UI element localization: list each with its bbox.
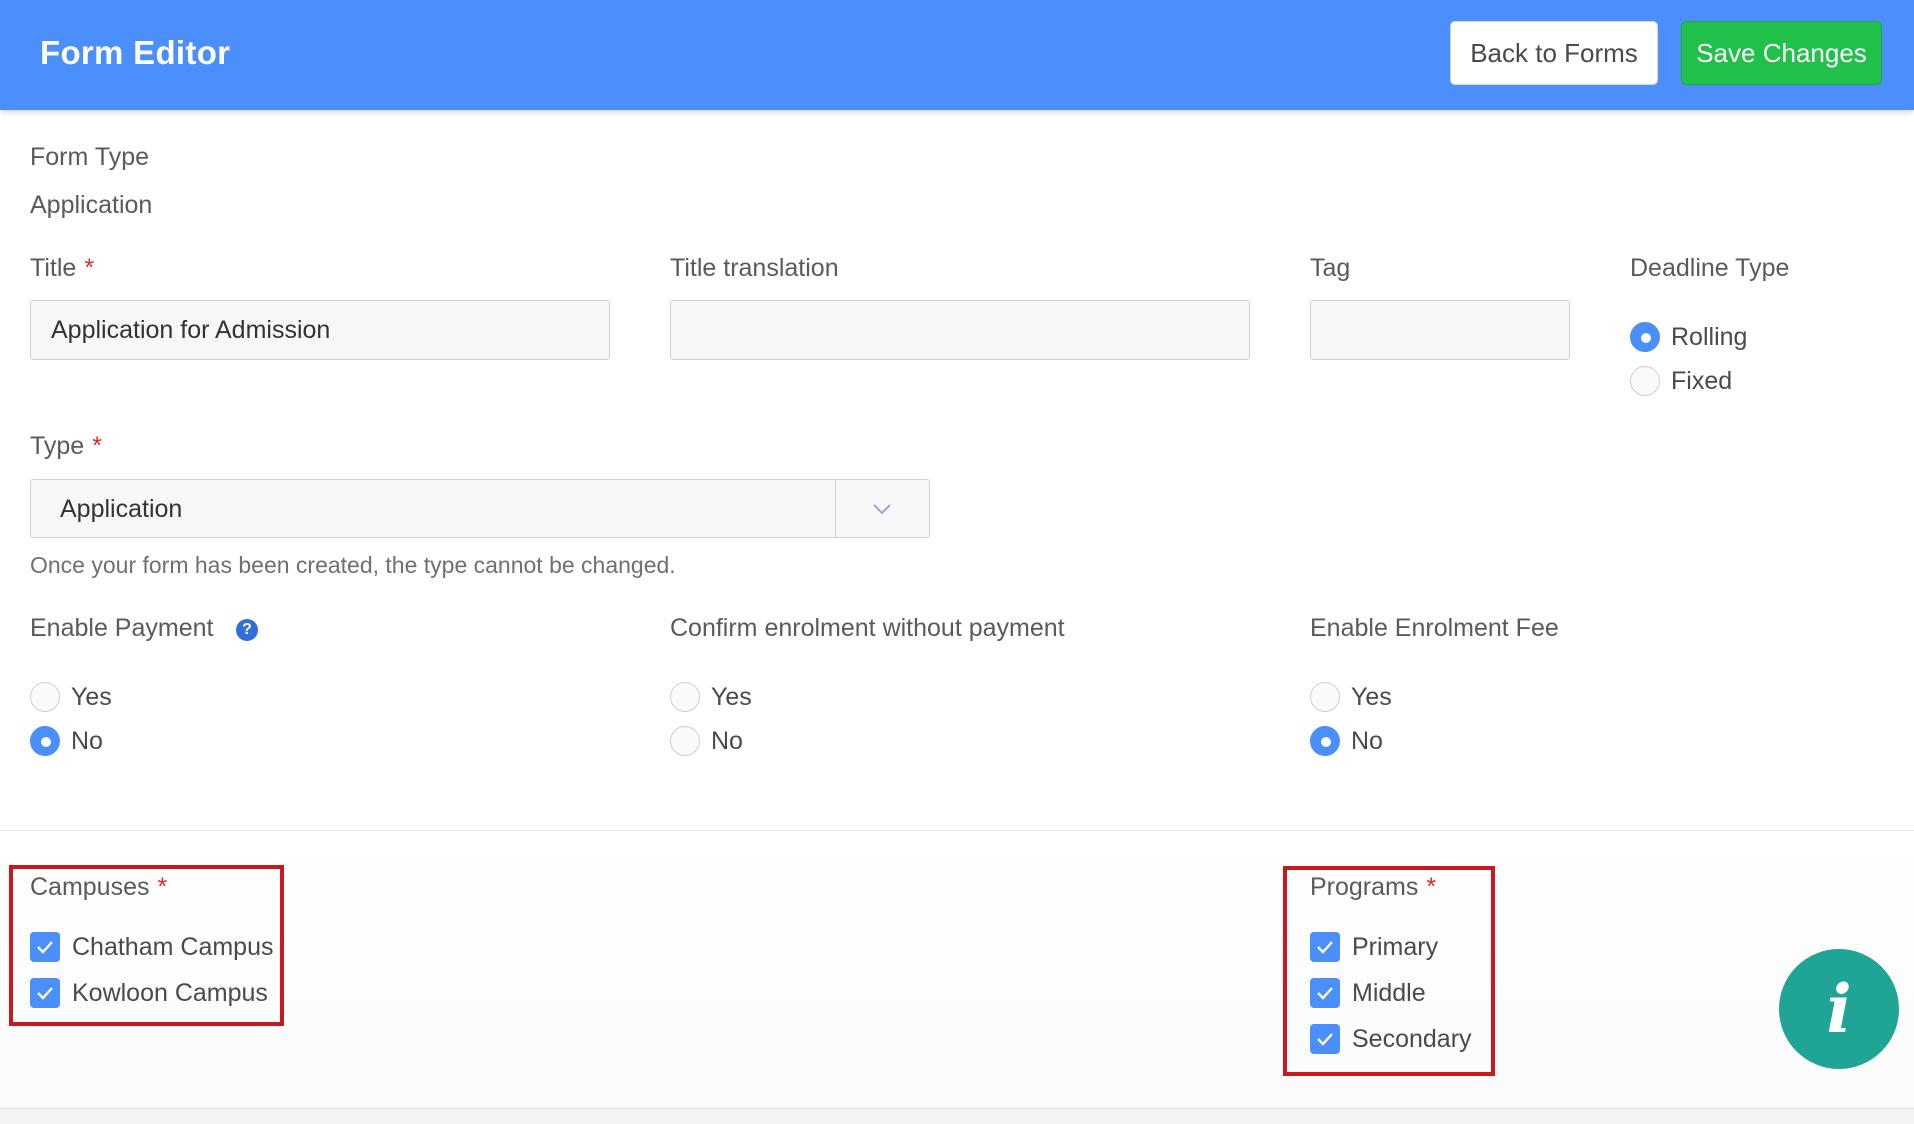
radio-button[interactable]	[670, 726, 700, 756]
radio-button[interactable]	[1630, 366, 1660, 396]
enable-payment-yes-radio[interactable]: Yes	[30, 682, 112, 712]
type-label-text: Type	[30, 432, 85, 460]
lower-section	[0, 831, 1914, 1110]
campuses-highlight-box	[9, 865, 284, 1026]
deadline-rolling-radio[interactable]: Rolling	[1630, 322, 1747, 352]
required-asterisk: *	[92, 432, 102, 460]
radio-button[interactable]	[30, 682, 60, 712]
radio-label: Yes	[711, 682, 752, 711]
save-changes-button[interactable]: Save Changes	[1681, 21, 1882, 85]
form-type-label: Form Type	[30, 143, 150, 171]
confirm-without-payment-yes-radio[interactable]: Yes	[670, 682, 752, 712]
enable-payment-no-radio[interactable]: No	[30, 726, 103, 756]
enrolment-fee-yes-radio[interactable]: Yes	[1310, 682, 1392, 712]
enable-payment-label: Enable Payment	[30, 614, 214, 642]
radio-label: No	[1351, 726, 1383, 755]
radio-button[interactable]	[1310, 726, 1340, 756]
radio-label: Rolling	[1671, 322, 1748, 351]
radio-button[interactable]	[1310, 682, 1340, 712]
chevron-down-icon[interactable]	[867, 496, 897, 522]
confirm-without-payment-no-radio[interactable]: No	[670, 726, 743, 756]
title-label: Title *	[30, 254, 94, 283]
page-title: Form Editor	[40, 34, 231, 71]
deadline-fixed-radio[interactable]: Fixed	[1630, 366, 1732, 396]
type-label: Type *	[30, 432, 102, 461]
radio-label: No	[711, 726, 743, 755]
radio-label: Yes	[1351, 682, 1392, 711]
info-icon[interactable]: i	[1779, 949, 1899, 1069]
title-translation-label: Title translation	[670, 254, 839, 282]
form-type-value: Application	[30, 191, 153, 219]
radio-label: No	[71, 726, 103, 755]
radio-label: Yes	[71, 682, 112, 711]
enable-enrolment-fee-label: Enable Enrolment Fee	[1310, 614, 1559, 642]
title-translation-input[interactable]	[670, 300, 1250, 360]
tag-input[interactable]	[1310, 300, 1570, 360]
question-circle-icon[interactable]: ?	[236, 619, 258, 641]
type-select-value: Application	[60, 495, 183, 523]
back-to-forms-button[interactable]: Back to Forms	[1450, 21, 1658, 85]
type-hint: Once your form has been created, the typ…	[30, 552, 676, 578]
type-select[interactable]: Application	[30, 479, 930, 538]
select-divider	[835, 480, 836, 537]
radio-button[interactable]	[670, 682, 700, 712]
top-bar: Form Editor Back to Forms Save Changes	[0, 0, 1914, 110]
tag-label: Tag	[1310, 254, 1351, 282]
enrolment-fee-no-radio[interactable]: No	[1310, 726, 1383, 756]
bottom-border	[0, 1108, 1914, 1124]
title-input[interactable]	[30, 300, 610, 360]
radio-label: Fixed	[1671, 366, 1733, 395]
required-asterisk: *	[84, 254, 95, 282]
title-label-text: Title	[30, 254, 77, 282]
programs-highlight-box	[1283, 866, 1495, 1076]
radio-button[interactable]	[1630, 322, 1660, 352]
confirm-without-payment-label: Confirm enrolment without payment	[670, 614, 1065, 642]
radio-button[interactable]	[30, 726, 60, 756]
deadline-type-label: Deadline Type	[1630, 254, 1790, 282]
